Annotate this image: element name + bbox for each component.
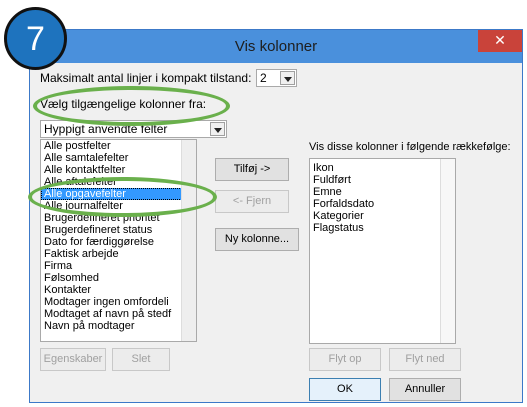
shown-column-item[interactable]: Forfaldsdato [310, 198, 455, 210]
shown-columns-label: Vis disse kolonner i følgende rækkefølge… [309, 141, 511, 153]
available-column-item[interactable]: Navn på modtager [41, 320, 196, 332]
available-columns-list[interactable]: Alle postfelter Alle samtalefelter Alle ko… [40, 139, 197, 342]
shown-column-item[interactable]: Flagstatus [310, 222, 455, 234]
available-column-item[interactable]: Firma [41, 260, 196, 272]
cancel-button[interactable]: Annuller [389, 378, 461, 401]
ok-button[interactable]: OK [309, 378, 381, 401]
available-column-item[interactable]: Modtager ingen omfordeli [41, 296, 196, 308]
chevron-down-icon[interactable] [210, 122, 225, 136]
dialog-window: Vis kolonner ✕ Maksimalt antal linjer i … [29, 29, 523, 403]
available-column-item[interactable]: Følsomhed [41, 272, 196, 284]
close-button[interactable]: ✕ [478, 30, 522, 52]
available-column-item[interactable]: Faktisk arbejde [41, 248, 196, 260]
source-select-value: Hyppigt anvendte felter [44, 122, 168, 136]
close-icon: ✕ [494, 32, 506, 48]
step-badge: 7 [4, 7, 67, 70]
available-column-item[interactable]: Kontakter [41, 284, 196, 296]
max-lines-label: Maksimalt antal linjer i kompakt tilstan… [40, 71, 252, 85]
available-column-item[interactable]: Brugerdefineret status [41, 224, 196, 236]
add-button[interactable]: Tilføj -> [215, 158, 289, 181]
shown-columns-list[interactable]: Ikon Fuldført Emne Forfaldsdato Kategorier Fl… [309, 158, 456, 344]
shown-column-item[interactable]: Fuldført [310, 174, 455, 186]
title-bar: Vis kolonner ✕ [30, 30, 522, 63]
new-column-button[interactable]: Ny kolonne... [215, 228, 299, 251]
available-column-item[interactable]: Alle postfelter [41, 140, 196, 152]
properties-button[interactable]: Egenskaber [40, 348, 106, 371]
choose-from-label: Vælg tilgængelige kolonner fra: [40, 97, 207, 111]
shown-columns-scrollbar[interactable] [440, 159, 455, 343]
shown-column-item[interactable]: Ikon [310, 162, 455, 174]
max-lines-value: 2 [260, 71, 267, 85]
max-lines-select[interactable]: 2 [256, 69, 297, 87]
delete-button[interactable]: Slet [112, 348, 170, 371]
available-column-item[interactable]: Modtaget af navn på stedf [41, 308, 196, 320]
available-column-item[interactable]: Alle opgavefelter [41, 188, 196, 200]
remove-button[interactable]: <- Fjern [215, 190, 289, 213]
available-column-item[interactable]: Alle journalfelter [41, 200, 196, 212]
shown-column-item[interactable]: Emne [310, 186, 455, 198]
available-column-item[interactable]: Alle kontaktfelter [41, 164, 196, 176]
source-select[interactable]: Hyppigt anvendte felter [40, 120, 227, 138]
available-column-item[interactable]: Alle aftalefelter [41, 176, 196, 188]
dialog-title: Vis kolonner [234, 38, 318, 55]
move-up-button[interactable]: Flyt op [309, 348, 381, 371]
available-column-item[interactable]: Brugerdefineret prioritet [41, 212, 196, 224]
available-column-item[interactable]: Alle samtalefelter [41, 152, 196, 164]
available-column-item[interactable]: Dato for færdiggørelse [41, 236, 196, 248]
move-down-button[interactable]: Flyt ned [389, 348, 461, 371]
shown-column-item[interactable]: Kategorier [310, 210, 455, 222]
chevron-down-icon[interactable] [280, 71, 295, 85]
available-columns-scrollbar[interactable] [181, 140, 196, 341]
